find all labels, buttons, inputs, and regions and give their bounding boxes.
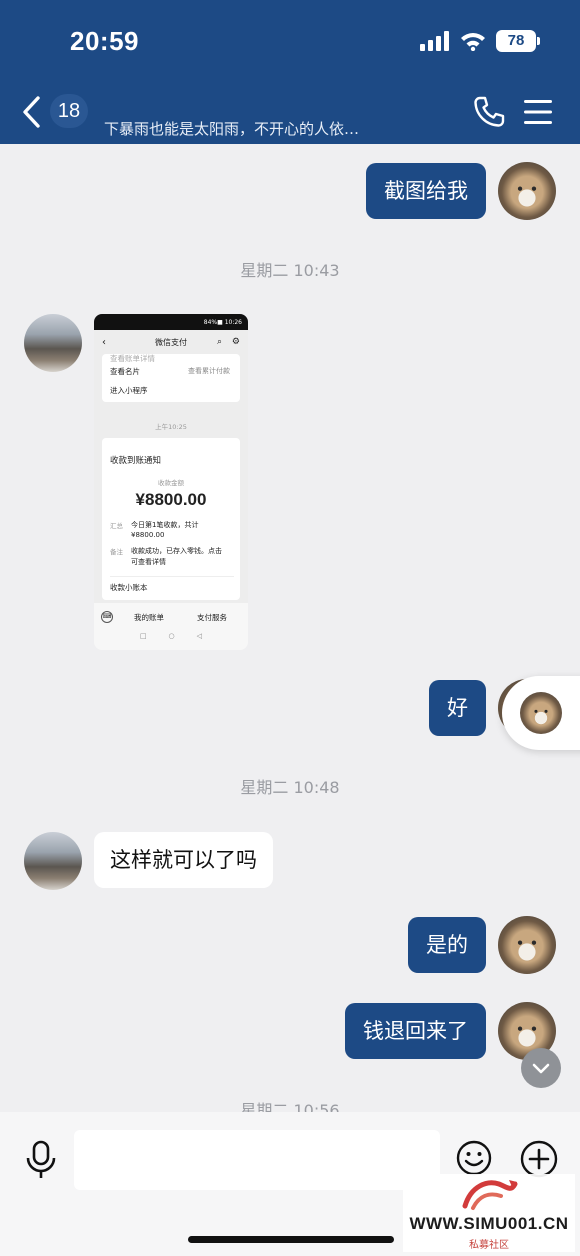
shot-summary-label: 汇总 [110, 522, 123, 530]
message-list[interactable]: 截图给我 星期二 10:43 84%■ 10:26 ‹ 微信支付 ⌕ ⚙ 查看账… [0, 144, 580, 1112]
my-avatar[interactable] [498, 162, 556, 220]
shot-remark-text-2: 可查看详情 [131, 558, 166, 566]
chevron-down-icon [532, 1063, 550, 1074]
add-attachment-icon[interactable] [520, 1140, 558, 1178]
shot-remark-text-1: 收款成功，已存入零钱。点击 [131, 547, 222, 555]
signal-icon [420, 31, 449, 51]
shot-system-nav: □○◁ [139, 632, 225, 640]
shot-amount-label: 收款金额 [158, 479, 184, 487]
floating-chat-bubble[interactable] [502, 676, 580, 750]
shot-bottom-bar: ⌨ 我的账单 支付服务 □○◁ [94, 603, 248, 650]
shot-divider [110, 576, 234, 577]
message-timestamp: 星期二 10:56 [240, 1101, 340, 1112]
shot-row-card-right: 查看累计付款 [188, 367, 230, 375]
watermark-logo-icon [462, 1180, 518, 1210]
shot-menu-card: 查看账单详情 查看名片 查看累计付款 进入小程序 [102, 354, 240, 402]
emoji-icon[interactable] [456, 1140, 492, 1176]
shot-row-card: 查看名片 [110, 367, 140, 376]
back-chevron-icon[interactable] [18, 92, 46, 132]
floating-avatar [520, 692, 562, 734]
shot-search-icon: ⌕ [216, 337, 222, 347]
message-timestamp: 星期二 10:48 [240, 778, 340, 797]
status-icons: 78 [420, 30, 540, 52]
message-bubble-outgoing[interactable]: 截图给我 [366, 163, 486, 219]
shot-status-bar: 84%■ 10:26 [94, 314, 248, 330]
shot-time-divider: 上午10:25 [155, 423, 187, 431]
shot-ledger: 收款小账本 [110, 583, 148, 592]
message-bubble-outgoing[interactable]: 好 [429, 680, 486, 736]
shot-amount: ¥8800.00 [135, 490, 207, 509]
message-timestamp: 星期二 10:43 [240, 261, 340, 280]
message-bubble-outgoing[interactable]: 钱退回来了 [345, 1003, 486, 1059]
shot-back-icon: ‹ [102, 336, 106, 348]
contact-signature: 下暴雨也能是太阳雨，不开心的人依… [104, 120, 360, 138]
message-input[interactable] [74, 1130, 440, 1190]
microphone-icon[interactable] [24, 1140, 58, 1180]
my-avatar[interactable] [498, 916, 556, 974]
wifi-icon [461, 33, 485, 51]
battery-indicator: 78 [496, 30, 540, 52]
unread-count-badge[interactable]: 18 [50, 94, 88, 128]
shot-row-hidden: 查看账单详情 [110, 354, 155, 363]
message-bubble-incoming[interactable]: 这样就可以了吗 [94, 832, 273, 888]
status-time: 20:59 [70, 26, 139, 56]
shot-tab-bills: 我的账单 [134, 613, 164, 622]
image-message-payment-screenshot[interactable]: 84%■ 10:26 ‹ 微信支付 ⌕ ⚙ 查看账单详情 查看名片 查看累计付款… [94, 314, 248, 650]
menu-icon[interactable] [524, 99, 552, 125]
phone-icon[interactable] [472, 95, 506, 129]
shot-notice-title: 收款到账通知 [110, 456, 162, 466]
contact-avatar[interactable] [24, 832, 82, 890]
watermark: WWW.SIMU001.CN 私募社区 [403, 1174, 575, 1252]
shot-summary-text-2: ¥8800.00 [131, 531, 165, 539]
watermark-url: WWW.SIMU001.CN [409, 1214, 569, 1233]
chat-header: 20:59 78 18 下暴雨也能是太阳雨，不开心的人依… [0, 0, 580, 144]
shot-row-mini: 进入小程序 [110, 386, 148, 395]
message-bubble-outgoing[interactable]: 是的 [408, 917, 486, 973]
shot-title: 微信支付 [155, 337, 187, 347]
contact-avatar[interactable] [24, 314, 82, 372]
shot-summary-text-1: 今日第1笔收款，共计 [131, 521, 199, 529]
shot-status-right: 84%■ 10:26 [203, 318, 242, 326]
shot-settings-icon: ⚙ [231, 337, 240, 347]
scroll-to-bottom-button[interactable] [521, 1048, 561, 1088]
home-indicator [188, 1236, 394, 1243]
watermark-subtitle: 私募社区 [469, 1240, 509, 1251]
shot-remark-label: 备注 [110, 548, 123, 556]
shot-nav: ‹ 微信支付 ⌕ ⚙ [94, 330, 248, 354]
shot-tab-services: 支付服务 [197, 613, 227, 622]
shot-keyboard-icon: ⌨ [101, 611, 113, 623]
